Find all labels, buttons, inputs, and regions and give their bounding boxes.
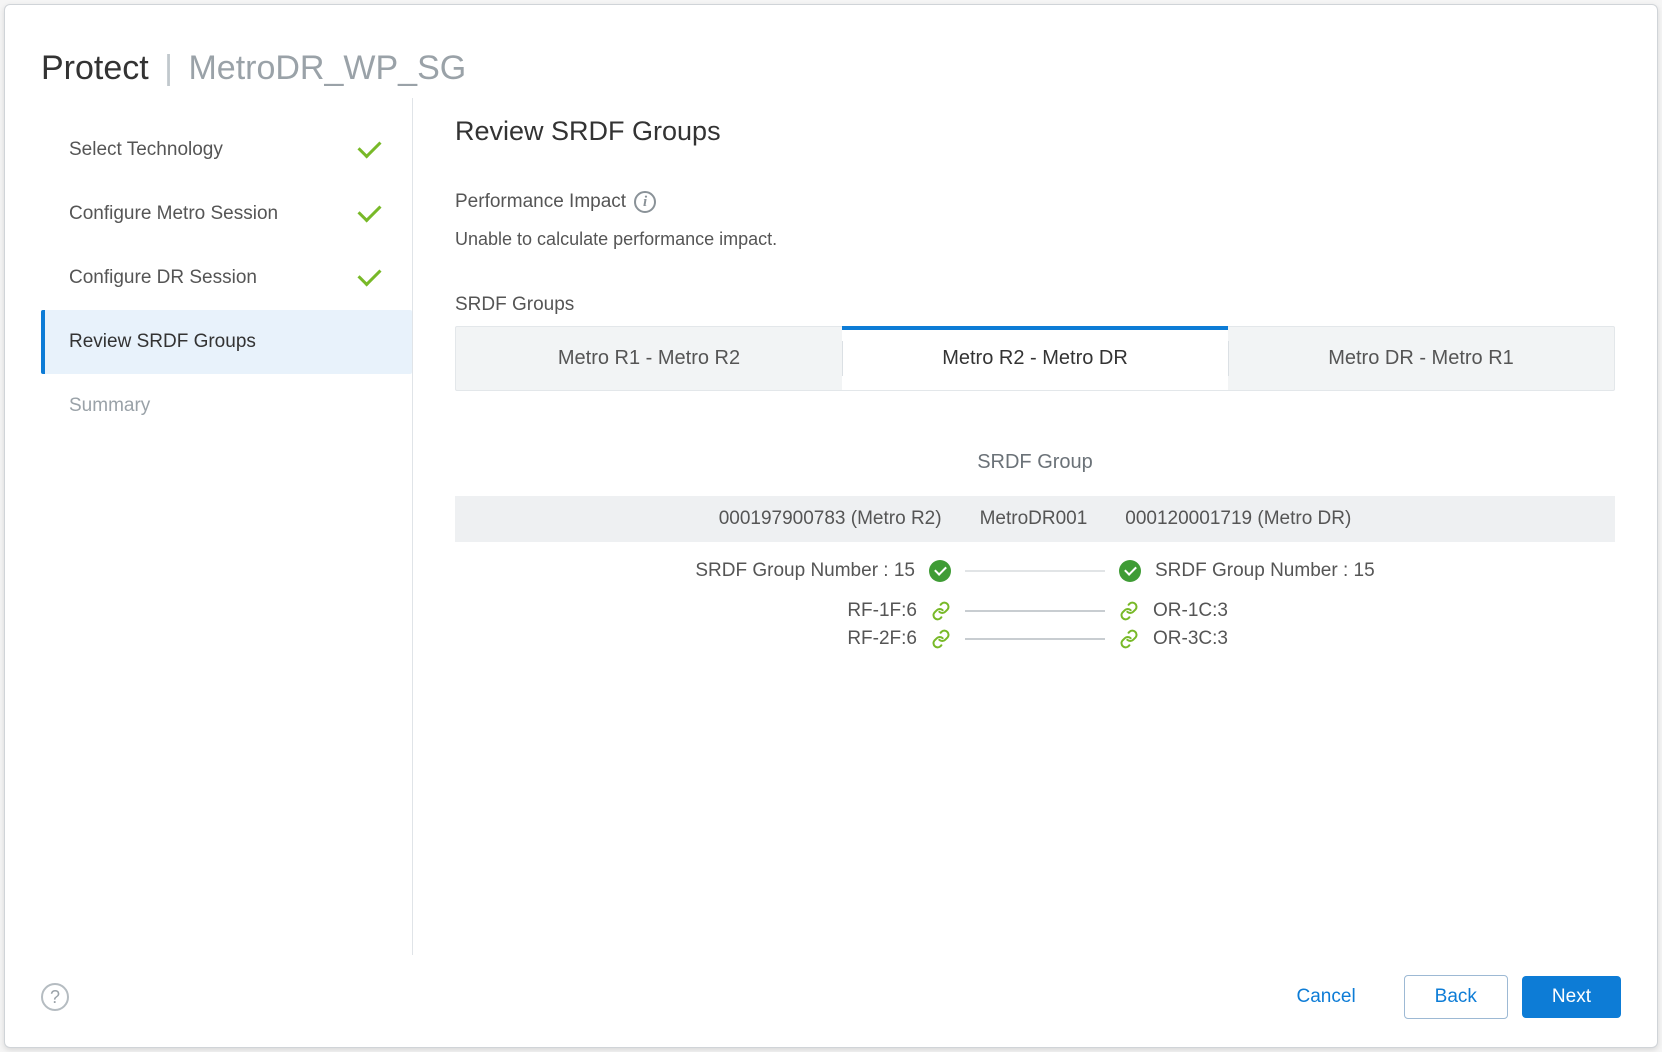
tab-label: Metro DR - Metro R1: [1328, 347, 1514, 369]
info-icon[interactable]: i: [634, 191, 656, 213]
next-button[interactable]: Next: [1522, 976, 1621, 1018]
port-left: RF-1F:6: [657, 600, 917, 622]
srdf-group-number-right: SRDF Group Number : 15: [1155, 560, 1415, 582]
performance-impact-row: Performance Impact i: [455, 191, 1615, 213]
tab-label: Metro R1 - Metro R2: [558, 347, 740, 369]
title-main: Protect: [41, 49, 149, 87]
step-configure-dr-session[interactable]: Configure DR Session: [41, 246, 412, 310]
link-icon: [1119, 629, 1139, 649]
step-review-srdf-groups[interactable]: Review SRDF Groups: [41, 310, 412, 374]
title-separator: |: [164, 49, 173, 87]
srdf-group-number-row: SRDF Group Number : 15 SRDF Group Number…: [455, 560, 1615, 582]
wizard-dialog: Protect | MetroDR_WP_SG Select Technolog…: [4, 4, 1658, 1048]
port-right: OR-3C:3: [1153, 628, 1413, 650]
port-pair-row: RF-2F:6 OR-3C:3: [455, 628, 1615, 650]
step-summary[interactable]: Summary: [41, 374, 412, 438]
port-pair-row: RF-1F:6 OR-1C:3: [455, 600, 1615, 622]
back-button[interactable]: Back: [1404, 975, 1508, 1019]
connector-line: [965, 570, 1105, 572]
link-icon: [1119, 601, 1139, 621]
pair-left-array: 000197900783 (Metro R2): [719, 508, 942, 530]
tab-metro-r1-r2[interactable]: Metro R1 - Metro R2: [456, 327, 842, 390]
page-heading: Review SRDF Groups: [455, 116, 1615, 147]
check-icon: [1119, 560, 1141, 582]
port-left: RF-2F:6: [657, 628, 917, 650]
link-icon: [931, 601, 951, 621]
tab-metro-dr-r1[interactable]: Metro DR - Metro R1: [1228, 327, 1614, 390]
cancel-button[interactable]: Cancel: [1267, 976, 1386, 1018]
link-icon: [931, 629, 951, 649]
step-label: Review SRDF Groups: [69, 331, 256, 353]
performance-impact-message: Unable to calculate performance impact.: [455, 229, 1615, 250]
tab-label: Metro R2 - Metro DR: [942, 347, 1128, 369]
title-sub: MetroDR_WP_SG: [188, 49, 466, 87]
dialog-body: Select Technology Configure Metro Sessio…: [5, 98, 1657, 955]
srdf-groups-label: SRDF Groups: [455, 294, 1615, 316]
port-right: OR-1C:3: [1153, 600, 1413, 622]
step-configure-metro-session[interactable]: Configure Metro Session: [41, 182, 412, 246]
step-select-technology[interactable]: Select Technology: [41, 118, 412, 182]
pair-right-array: 000120001719 (Metro DR): [1125, 508, 1351, 530]
tab-metro-r2-dr[interactable]: Metro R2 - Metro DR: [842, 327, 1228, 390]
performance-impact-label: Performance Impact: [455, 191, 626, 213]
step-label: Configure Metro Session: [69, 203, 278, 225]
srdf-pair-header: 000197900783 (Metro R2) MetroDR001 00012…: [455, 496, 1615, 542]
wizard-content: Review SRDF Groups Performance Impact i …: [413, 98, 1657, 955]
step-label: Summary: [69, 395, 150, 417]
check-icon: [929, 560, 951, 582]
wizard-footer: ? Cancel Back Next: [5, 955, 1657, 1047]
dialog-title: Protect | MetroDR_WP_SG: [5, 5, 1657, 98]
step-label: Select Technology: [69, 139, 223, 161]
step-label: Configure DR Session: [69, 267, 257, 289]
help-icon[interactable]: ?: [41, 983, 69, 1011]
connector-line: [965, 638, 1105, 640]
wizard-steps: Select Technology Configure Metro Sessio…: [5, 98, 413, 955]
srdf-group-heading: SRDF Group: [455, 451, 1615, 474]
srdf-group-number-left: SRDF Group Number : 15: [655, 560, 915, 582]
srdf-tabs: Metro R1 - Metro R2 Metro R2 - Metro DR …: [455, 326, 1615, 391]
pair-group-name: MetroDR001: [980, 508, 1088, 530]
connector-line: [965, 610, 1105, 612]
